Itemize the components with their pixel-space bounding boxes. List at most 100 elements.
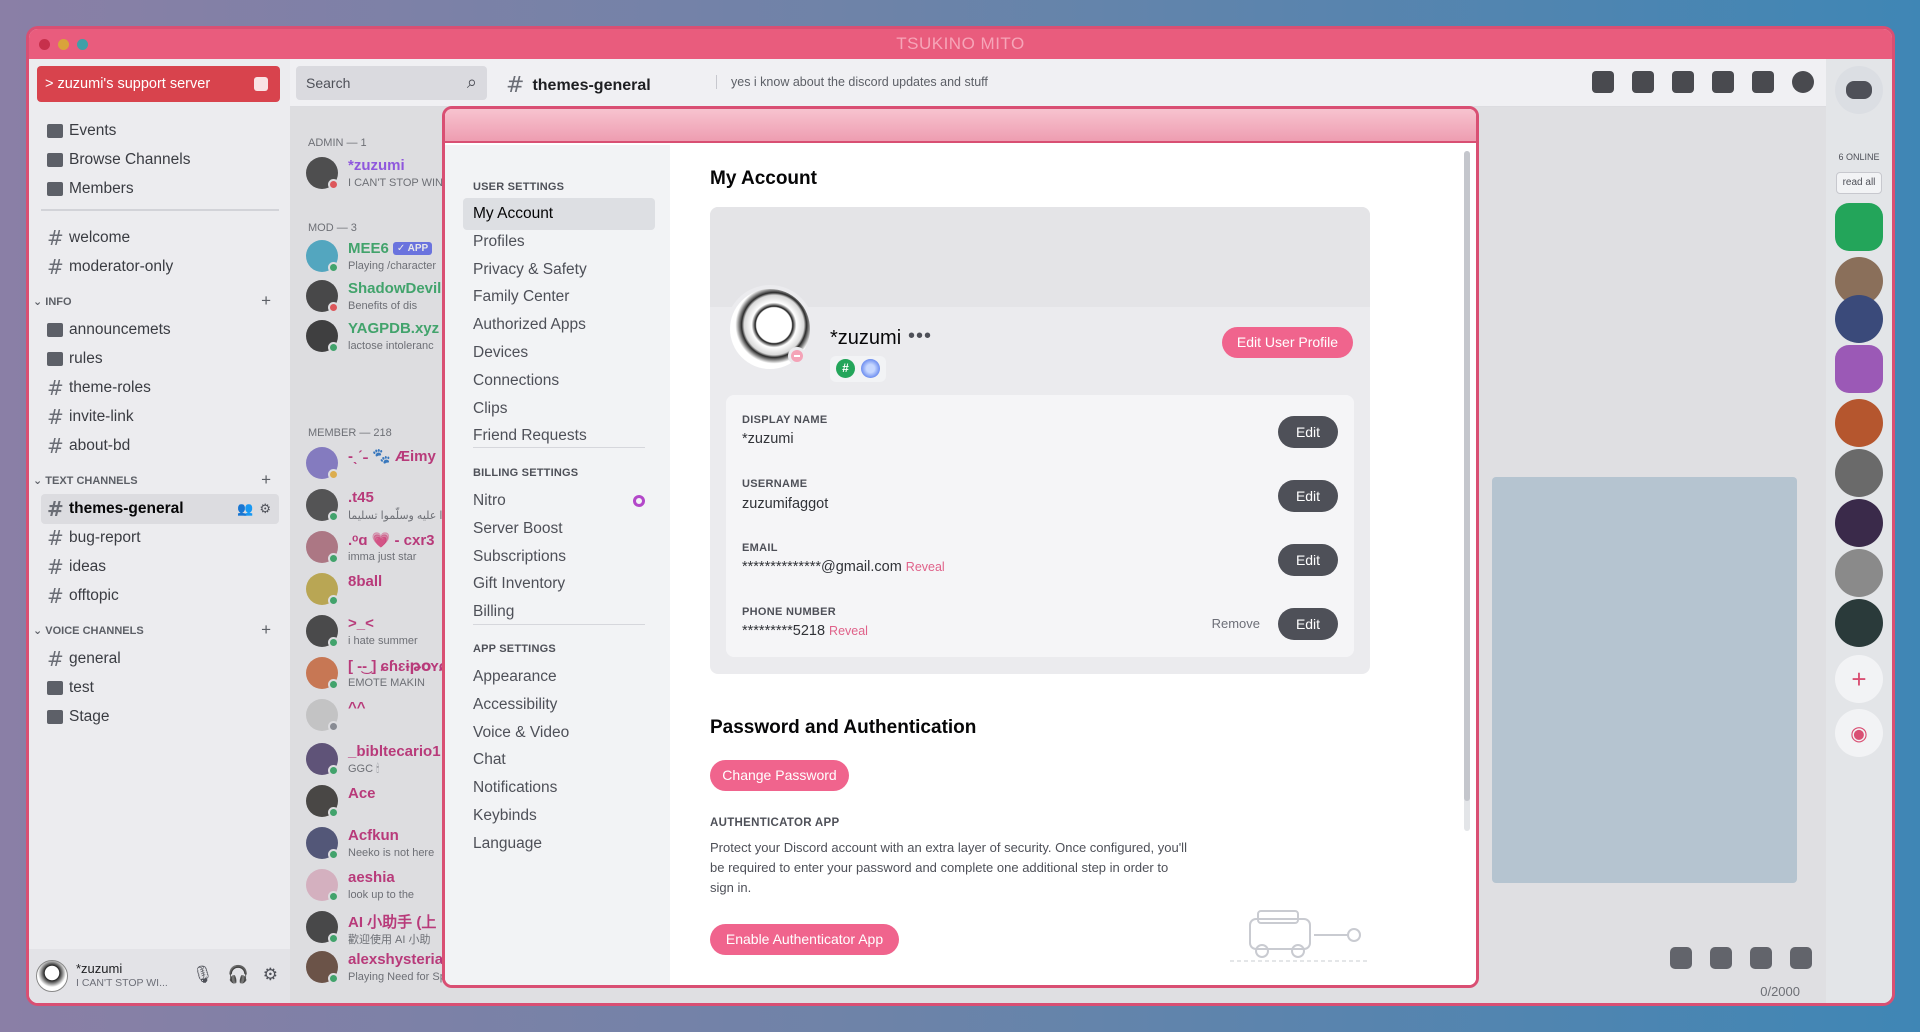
server-header[interactable]: > zuzumi's support server	[37, 66, 280, 102]
avatar[interactable]	[36, 960, 68, 992]
scrollbar-thumb[interactable]	[1464, 151, 1470, 801]
hypesquad-badge-icon[interactable]: #	[836, 359, 855, 378]
gear-icon[interactable]: ⚙	[263, 965, 278, 985]
nav-events[interactable]: Events	[41, 116, 279, 146]
threads-icon[interactable]	[1592, 71, 1614, 93]
channel-ideas[interactable]: # ideas	[41, 552, 279, 582]
edit-email-button[interactable]: Edit	[1278, 544, 1338, 576]
settings-item-connections[interactable]: Connections	[463, 365, 655, 397]
hash-icon: #	[47, 434, 64, 458]
channel-rules[interactable]: rules	[41, 344, 279, 374]
search-icon: ⌕	[466, 72, 477, 92]
server-icon[interactable]	[1835, 203, 1883, 251]
account-card: *zuzumi ••• # Edit User Profile DISPLAY …	[710, 207, 1370, 674]
discord-home-button[interactable]	[1835, 66, 1883, 114]
settings-item-label: Appearance	[473, 668, 557, 685]
add-channel-icon[interactable]: +	[261, 620, 271, 640]
settings-item-label: Privacy & Safety	[473, 260, 587, 278]
notifications-muted-icon[interactable]	[1632, 71, 1654, 93]
user-panel-name: *zuzumi	[76, 961, 123, 976]
category-info[interactable]: ⌄ INFO +	[33, 291, 283, 310]
channel-moderator-only[interactable]: # moderator-only	[41, 252, 279, 282]
settings-item-accessibility[interactable]: Accessibility	[463, 689, 655, 721]
voice-channel-stage[interactable]: Stage	[41, 702, 279, 732]
channel-about-bd[interactable]: # about-bd	[41, 431, 279, 461]
add-channel-icon[interactable]: +	[261, 291, 271, 311]
close-window-button[interactable]	[39, 39, 50, 50]
channel-invite-link[interactable]: # invite-link	[41, 402, 279, 432]
help-icon[interactable]	[1792, 71, 1814, 93]
profile-banner	[710, 207, 1370, 307]
edit-phone-button[interactable]: Edit	[1278, 608, 1338, 640]
quest-badge-icon[interactable]	[861, 359, 880, 378]
reveal-email-link[interactable]: Reveal	[906, 560, 945, 574]
search-input[interactable]: Search ⌕	[296, 66, 487, 100]
section-title: Password and Authentication	[710, 717, 977, 738]
microphone-icon[interactable]: 🎙	[192, 965, 214, 985]
voice-channel-test[interactable]: test	[41, 673, 279, 703]
enable-authenticator-button[interactable]: Enable Authenticator App	[710, 924, 899, 955]
channel-offtopic[interactable]: # offtopic	[41, 581, 279, 611]
account-fields: DISPLAY NAME *zuzumi Edit USERNAME zuzum…	[726, 395, 1354, 657]
email-label: EMAIL	[742, 542, 778, 554]
server-icon[interactable]	[1835, 599, 1883, 647]
settings-content: My Account *zuzumi ••• # Edit User Profi…	[670, 145, 1476, 985]
nav-browse-channels[interactable]: Browse Channels	[41, 145, 279, 175]
channel-welcome[interactable]: # welcome	[41, 223, 279, 253]
settings-item-label: Clips	[473, 399, 508, 417]
settings-modal: USER SETTINGS My Account Profiles Privacy &…	[442, 106, 1479, 988]
channel-announcemets[interactable]: announcemets	[41, 315, 279, 345]
category-text-channels[interactable]: ⌄ TEXT CHANNELS +	[33, 470, 283, 489]
maximize-window-button[interactable]	[77, 39, 88, 50]
pin-icon[interactable]	[1672, 71, 1694, 93]
settings-item-server-boost[interactable]: Server Boost	[463, 513, 655, 545]
voice-channel-general[interactable]: # general	[41, 644, 279, 674]
server-icon[interactable]	[1835, 295, 1883, 343]
page-title: My Account	[710, 168, 817, 189]
settings-item-language[interactable]: Language	[463, 828, 655, 860]
settings-item-profiles[interactable]: Profiles	[463, 226, 655, 258]
modal-header	[445, 109, 1476, 143]
server-icon[interactable]	[1835, 549, 1883, 597]
add-channel-icon[interactable]: +	[261, 470, 271, 490]
member-list-icon[interactable]	[1712, 71, 1734, 93]
headphones-icon[interactable]: 🎧	[228, 965, 249, 985]
channel-sidebar: > zuzumi's support server Events Browse …	[29, 59, 290, 1003]
explore-servers-button[interactable]: ◉	[1835, 709, 1883, 757]
hash-icon: #	[47, 555, 64, 579]
channel-topic[interactable]: yes i know about the discord updates and…	[716, 75, 988, 89]
boost-icon	[254, 77, 268, 91]
channel-theme-roles[interactable]: # theme-roles	[41, 373, 279, 403]
inbox-icon[interactable]	[1752, 71, 1774, 93]
settings-divider	[473, 447, 645, 448]
server-icon[interactable]	[1835, 399, 1883, 447]
category-voice-channels[interactable]: ⌄ VOICE CHANNELS +	[33, 620, 283, 639]
server-icon[interactable]	[1835, 345, 1883, 393]
add-server-button[interactable]: +	[1835, 655, 1883, 703]
server-rail: 6 ONLINE read all + ◉	[1826, 59, 1892, 1003]
hash-icon: #	[47, 497, 64, 521]
channel-themes-general[interactable]: # themes-general 👥 ⚙	[41, 494, 279, 524]
rules-icon	[47, 352, 69, 366]
sidebar-divider	[41, 209, 279, 211]
server-icon[interactable]	[1835, 449, 1883, 497]
channel-bug-report[interactable]: # bug-report	[41, 523, 279, 553]
minimize-window-button[interactable]	[58, 39, 69, 50]
nav-members[interactable]: Members	[41, 174, 279, 204]
server-icon[interactable]	[1835, 499, 1883, 547]
edit-display-name-button[interactable]: Edit	[1278, 416, 1338, 448]
nitro-icon	[633, 495, 645, 507]
settings-item-label: Gift Inventory	[473, 575, 566, 593]
gear-icon[interactable]: ⚙	[259, 501, 271, 517]
edit-username-button[interactable]: Edit	[1278, 480, 1338, 512]
settings-item-label: Notifications	[473, 779, 558, 797]
read-all-button[interactable]: read all	[1836, 172, 1882, 194]
edit-user-profile-button[interactable]: Edit User Profile	[1222, 327, 1353, 358]
change-password-button[interactable]: Change Password	[710, 760, 849, 791]
more-icon[interactable]: •••	[908, 325, 932, 348]
user-panel: *zuzumi I CAN'T STOP WI... 🎙 🎧 ⚙	[29, 949, 290, 1003]
hash-icon: #	[47, 376, 64, 400]
reveal-phone-link[interactable]: Reveal	[829, 624, 868, 638]
remove-phone-button[interactable]: Remove	[1212, 616, 1260, 631]
invite-icon[interactable]: 👥	[237, 501, 253, 517]
